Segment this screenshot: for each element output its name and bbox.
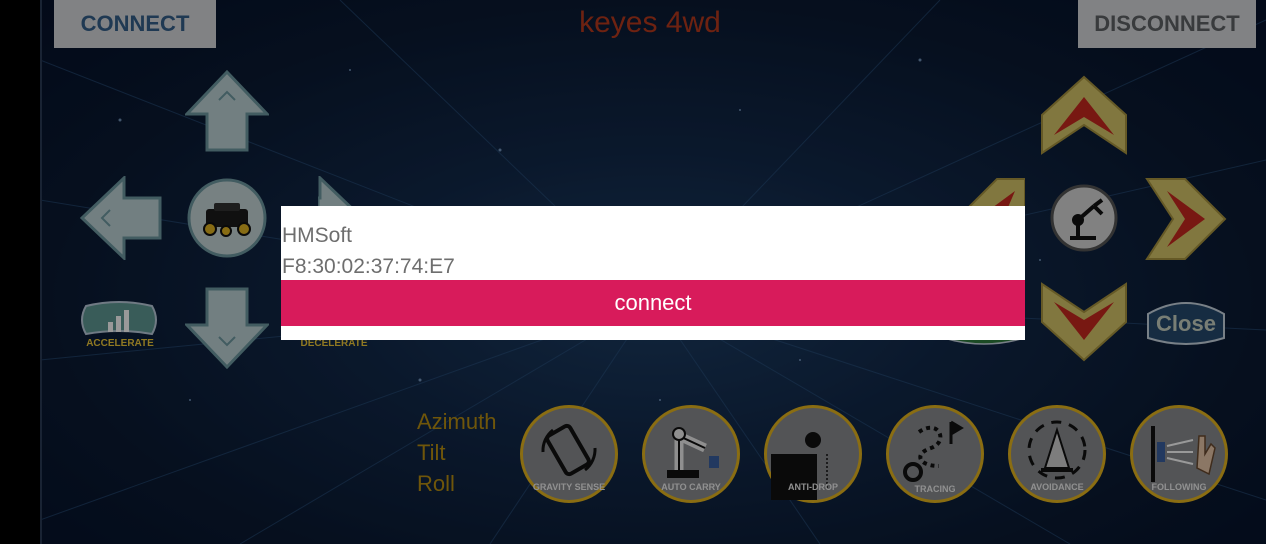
device-dialog: HMSoft F8:30:02:37:74:E7 connect (281, 206, 1025, 340)
dialog-connect-button[interactable]: connect (281, 280, 1025, 326)
dialog-connect-label: connect (614, 290, 692, 315)
device-name: HMSoft (282, 224, 353, 247)
device-address: F8:30:02:37:74:E7 (282, 255, 455, 278)
